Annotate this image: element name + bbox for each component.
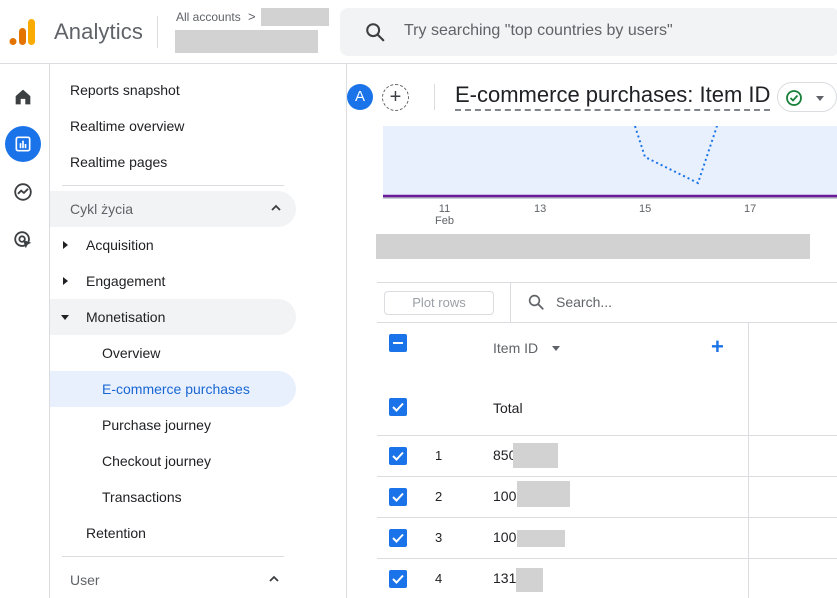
collapse-arrow-icon[interactable] — [61, 315, 69, 320]
section-lifecycle[interactable]: Cykl życia — [50, 191, 296, 227]
x-tick: 13 — [534, 203, 547, 215]
row-divider — [377, 558, 837, 559]
table-search-input[interactable]: Search... — [556, 294, 612, 310]
add-dimension-button[interactable]: + — [711, 334, 724, 360]
divider — [377, 322, 837, 323]
expand-arrow-icon[interactable] — [63, 277, 68, 285]
redacted-item-id — [516, 568, 543, 592]
total-row-label: Total — [493, 400, 523, 416]
row-checkbox[interactable] — [389, 570, 407, 588]
x-tick-sublabel: Feb — [435, 215, 454, 227]
nav-monetisation-overview[interactable]: Overview — [102, 345, 160, 361]
section-user-label[interactable]: User — [70, 572, 100, 588]
report-title[interactable]: E-commerce purchases: Item ID — [455, 82, 771, 111]
nav-ecommerce-purchases[interactable]: E-commerce purchases — [102, 381, 250, 397]
left-rail — [0, 64, 50, 598]
nav-realtime-overview[interactable]: Realtime overview — [70, 118, 184, 134]
divider — [62, 556, 284, 557]
row-item-id[interactable]: 131 — [493, 570, 516, 586]
x-tick: 15 — [639, 203, 652, 215]
explore-icon[interactable] — [5, 174, 41, 210]
product-name: Analytics — [54, 19, 143, 44]
analytics-logo[interactable] — [8, 17, 38, 47]
chevron-up-icon — [271, 204, 281, 211]
redacted-item-id — [513, 443, 558, 468]
nav-engagement[interactable]: Engagement — [86, 273, 165, 289]
row-number: 4 — [435, 571, 443, 586]
check-circle-icon — [786, 90, 802, 106]
row-item-id[interactable]: 100 — [493, 488, 516, 504]
redacted-account-name — [261, 8, 329, 26]
row-item-id[interactable]: 100 — [493, 529, 516, 545]
chevron-up-icon[interactable] — [268, 573, 280, 585]
report-main: A + E-commerce purchases: Item ID 11 Feb… — [347, 64, 837, 598]
reports-icon[interactable] — [5, 126, 41, 162]
divider — [377, 282, 837, 283]
global-search-box[interactable]: Try searching "top countries by users" — [340, 8, 837, 56]
select-all-checkbox[interactable] — [389, 334, 407, 352]
redacted-item-id — [517, 481, 570, 507]
divider — [510, 282, 511, 322]
redacted-item-id — [517, 530, 565, 547]
dimension-dropdown-icon[interactable] — [552, 346, 560, 351]
nav-checkout-journey[interactable]: Checkout journey — [102, 453, 211, 469]
column-divider — [748, 323, 749, 598]
row-divider — [377, 476, 837, 477]
nav-purchase-journey[interactable]: Purchase journey — [102, 417, 211, 433]
section-lifecycle-label: Cykl życia — [70, 201, 134, 217]
all-accounts-link[interactable]: All accounts — [176, 10, 241, 24]
chevron-down-icon — [816, 96, 824, 101]
nav-reports-snapshot[interactable]: Reports snapshot — [70, 82, 180, 98]
search-icon — [528, 294, 544, 310]
x-tick: 17 — [744, 203, 757, 215]
expand-arrow-icon[interactable] — [63, 241, 68, 249]
top-bar: Analytics All accounts > Try searching "… — [0, 0, 837, 64]
row-checkbox[interactable] — [389, 488, 407, 506]
divider — [62, 185, 284, 186]
x-tick-label: 11 — [438, 203, 451, 215]
data-table: Plot rows Search... Item ID + Total 1 85… — [377, 282, 837, 598]
nav-monetisation[interactable]: Monetisation — [86, 309, 165, 325]
dimension-header-item-id[interactable]: Item ID — [493, 340, 538, 356]
divider — [157, 16, 158, 48]
row-checkbox[interactable] — [389, 447, 407, 465]
row-number: 1 — [435, 448, 443, 463]
search-icon — [366, 23, 385, 42]
search-placeholder[interactable]: Try searching "top countries by users" — [404, 22, 673, 40]
reports-sidebar: Reports snapshot Realtime overview Realt… — [50, 64, 347, 598]
row-number: 2 — [435, 489, 443, 504]
row-divider — [377, 435, 837, 436]
chart-area-fill — [383, 126, 837, 198]
nav-realtime-pages[interactable]: Realtime pages — [70, 154, 167, 170]
home-icon[interactable] — [5, 79, 41, 115]
report-status-dropdown[interactable] — [777, 82, 837, 112]
chevron-right-icon: > — [248, 9, 256, 24]
row-number: 3 — [435, 530, 443, 545]
total-checkbox[interactable] — [389, 398, 407, 416]
nav-retention[interactable]: Retention — [86, 525, 146, 541]
add-comparison-button[interactable]: + — [382, 84, 409, 111]
redacted-chart-legend — [376, 234, 810, 259]
row-divider — [377, 517, 837, 518]
redacted-property-name[interactable] — [175, 30, 318, 53]
plot-rows-button[interactable]: Plot rows — [384, 291, 494, 315]
nav-acquisition[interactable]: Acquisition — [86, 237, 154, 253]
nav-transactions[interactable]: Transactions — [102, 489, 182, 505]
divider — [434, 84, 435, 110]
advertising-icon[interactable] — [5, 222, 41, 258]
row-checkbox[interactable] — [389, 529, 407, 547]
comparison-avatar[interactable]: A — [347, 84, 373, 110]
x-tick: 11 Feb — [435, 203, 454, 227]
